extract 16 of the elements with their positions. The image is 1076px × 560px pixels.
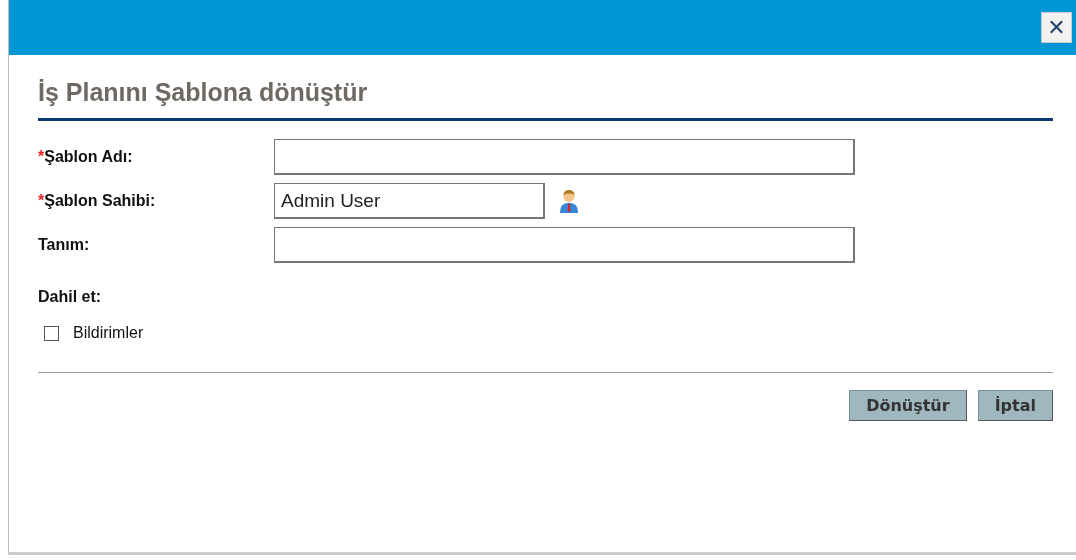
dialog-title: İş Planını Şablona dönüştür <box>38 78 369 108</box>
field-label: Şablon Adı: <box>44 148 133 165</box>
required-mark: * <box>38 192 45 209</box>
input-field[interactable] <box>274 139 855 175</box>
input-field[interactable] <box>274 227 855 263</box>
required-mark: * <box>38 148 45 165</box>
include-label: Dahil et: <box>38 288 103 306</box>
field-label: Tanım: <box>38 236 90 253</box>
field-label: Şablon Sahibi: <box>44 192 156 209</box>
checkbox[interactable] <box>44 325 59 341</box>
input-field[interactable]: Admin User <box>274 183 545 219</box>
cancel-button[interactable]: İptal <box>977 390 1053 421</box>
checkbox-label: Bildirimler <box>73 324 144 342</box>
close-button[interactable]: ✕ <box>1041 12 1072 43</box>
convert-button[interactable]: Dönüştür <box>849 390 967 421</box>
user-icon[interactable] <box>558 188 580 214</box>
